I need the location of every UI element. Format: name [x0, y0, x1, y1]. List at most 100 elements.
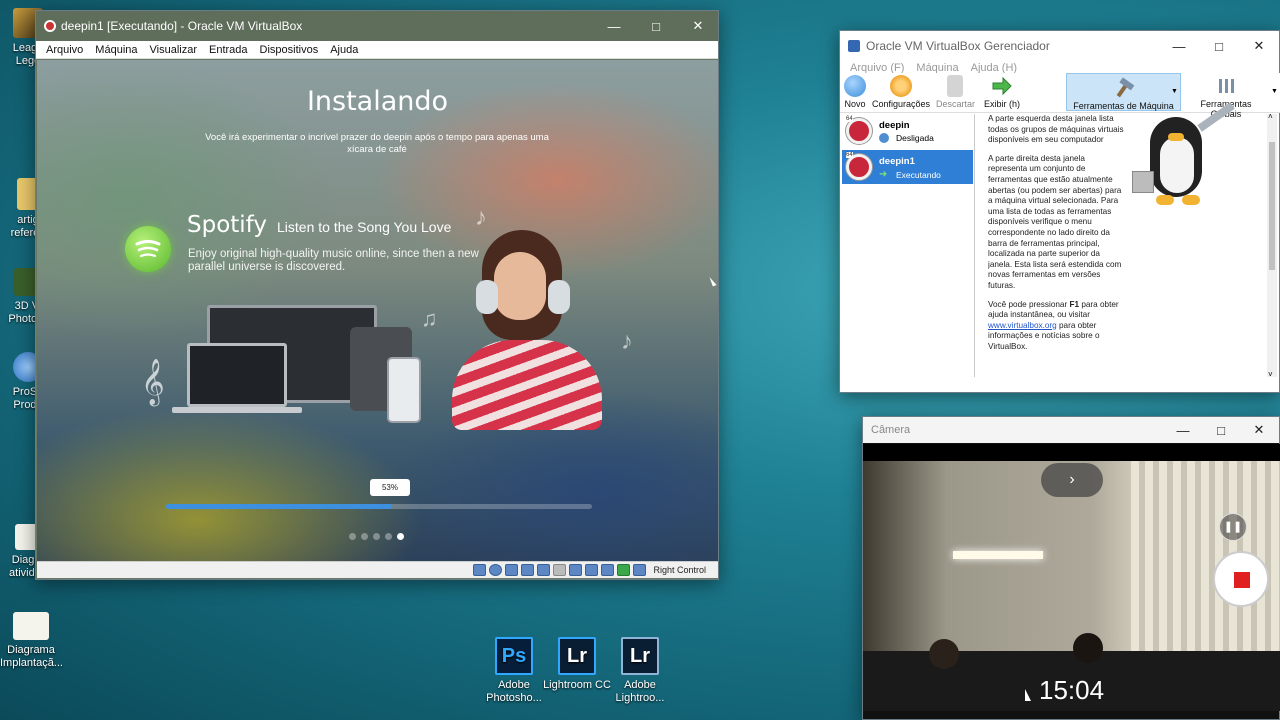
global-tools-dropdown[interactable]: ▼	[1271, 88, 1278, 95]
desktop-icon-label: Diagrama	[7, 644, 55, 656]
hammer-icon	[1113, 77, 1135, 99]
minimize-button[interactable]: —	[1159, 31, 1199, 61]
slide-dot[interactable]	[349, 533, 356, 540]
vm-list-item[interactable]: 64 deepin Desligada	[842, 114, 973, 148]
scrollbar-thumb[interactable]	[1269, 142, 1275, 270]
vt-x-icon[interactable]	[601, 564, 615, 576]
stop-recording-button[interactable]	[1213, 551, 1269, 607]
stop-icon	[1234, 572, 1250, 588]
recording-icon[interactable]	[585, 564, 599, 576]
help-paragraph: Você pode pressionar F1 para obter ajuda…	[988, 299, 1119, 351]
progress-tooltip: 53%	[370, 479, 410, 496]
tools-help-panel: A parte esquerda desta janela lista toda…	[988, 114, 1125, 376]
keyboard-icon[interactable]	[633, 564, 647, 576]
machine-tools-dropdown[interactable]: ▼	[1171, 88, 1178, 95]
close-button[interactable]: ✕	[678, 11, 718, 41]
manager-titlebar[interactable]: Oracle VM VirtualBox Gerenciador — □ ✕	[840, 31, 1279, 61]
slide-dot[interactable]	[385, 533, 392, 540]
music-note-icon: 𝄞	[141, 360, 165, 404]
menu-entrada[interactable]: Entrada	[203, 44, 254, 56]
show-button[interactable]: Exibir (h)	[982, 75, 1022, 109]
minimize-button[interactable]: —	[594, 11, 634, 41]
show-arrow-icon	[991, 75, 1013, 97]
vm-list: 64 deepin Desligada 64 deepin1 ➜ Executa…	[842, 114, 975, 377]
app-label: Photosho...	[486, 692, 542, 704]
scroll-up-icon[interactable]: ˄	[1268, 112, 1273, 121]
vm-list-item-selected[interactable]: 64 deepin1 ➜ Executando	[842, 150, 973, 184]
optical-drive-icon[interactable]	[489, 564, 503, 576]
guest-screen[interactable]: Instalando Você irá experimentar o incrí…	[37, 60, 718, 574]
maximize-button[interactable]: □	[1201, 417, 1241, 443]
app-label: Lightroo...	[615, 692, 665, 704]
pause-button[interactable]: ❚❚	[1219, 513, 1247, 541]
photoshop-icon: Ps	[495, 637, 533, 675]
mouse-integration-icon[interactable]	[617, 564, 631, 576]
lightroom-icon: Lr	[621, 637, 659, 675]
manager-toolbar: Novo Configurações Descartar Exibir (h) …	[840, 73, 1280, 119]
help-paragraph: A parte direita desta janela representa …	[988, 153, 1122, 290]
menu-ajuda[interactable]: Ajuda	[324, 44, 364, 56]
close-button[interactable]: ✕	[1239, 417, 1279, 443]
scroll-down-icon[interactable]: ˅	[1268, 370, 1273, 379]
app-label: Adobe	[624, 679, 656, 691]
display-icon[interactable]	[569, 564, 583, 576]
vm-menubar: Arquivo Máquina Visualizar Entrada Dispo…	[36, 41, 718, 59]
host-key-label: Right Control	[653, 565, 706, 575]
virtualbox-app-icon	[848, 40, 860, 52]
camera-topbar	[863, 444, 1280, 461]
progress-track	[166, 504, 592, 509]
help-scrollbar[interactable]: ˄ ˅	[1267, 112, 1277, 379]
maximize-button[interactable]: □	[636, 11, 676, 41]
next-camera-button[interactable]: ›	[1041, 463, 1103, 497]
woman-headphones-image	[432, 210, 612, 430]
desktop-app-photoshop[interactable]: Ps Adobe Photosho...	[479, 637, 549, 705]
new-vm-button[interactable]: Novo	[843, 75, 867, 109]
menu-arquivo[interactable]: Arquivo	[40, 44, 89, 56]
progress-fill	[166, 504, 392, 509]
laptop-image	[187, 343, 287, 407]
ceiling-light-image	[953, 551, 1043, 559]
vm-titlebar[interactable]: deepin1 [Executando] - Oracle VM Virtual…	[36, 11, 718, 41]
menu-maquina[interactable]: Máquina	[89, 44, 143, 56]
hdd-icon[interactable]	[473, 564, 487, 576]
menu-dispositivos[interactable]: Dispositivos	[254, 44, 325, 56]
menu-visualizar[interactable]: Visualizar	[144, 44, 204, 56]
shared-folders-icon[interactable]	[553, 564, 567, 576]
close-button[interactable]: ✕	[1239, 31, 1279, 61]
maximize-button[interactable]: □	[1199, 31, 1239, 61]
usb-icon[interactable]	[537, 564, 551, 576]
person-image	[1073, 633, 1103, 663]
desktop-app-lightroom[interactable]: Lr Adobe Lightroo...	[605, 637, 675, 705]
recording-timer: 15:04	[1039, 675, 1105, 705]
slide-dot[interactable]	[361, 533, 368, 540]
audio-icon[interactable]	[505, 564, 519, 576]
vm-window-title: deepin1 [Executando] - Oracle VM Virtual…	[61, 19, 303, 33]
penguin-tools-image	[1132, 102, 1242, 216]
desktop-icon-diagrama-implantacao[interactable]: Diagrama Implantaçã...	[0, 612, 63, 670]
laptop-base	[172, 407, 302, 413]
virtualbox-link[interactable]: www.virtualbox.org	[988, 321, 1057, 330]
discard-button[interactable]: Descartar	[936, 75, 975, 109]
network-icon[interactable]	[521, 564, 535, 576]
camera-window-title: Câmera	[871, 424, 911, 436]
lightroom-icon: Lr	[558, 637, 596, 675]
phone-image	[387, 357, 421, 423]
vm-state: Desligada	[896, 133, 934, 143]
manager-window: Oracle VM VirtualBox Gerenciador — □ ✕ A…	[839, 30, 1280, 393]
vm-statusbar: Right Control	[37, 561, 718, 578]
minimize-button[interactable]: —	[1163, 417, 1203, 443]
person-image	[929, 639, 959, 669]
spotify-logo-icon	[125, 226, 171, 272]
virtualbox-app-icon	[44, 20, 56, 32]
mouse-cursor-icon	[1025, 689, 1031, 701]
app-label: Lightroom CC	[543, 679, 611, 691]
tools-icon	[1215, 75, 1237, 97]
slide-dot[interactable]	[373, 533, 380, 540]
camera-titlebar[interactable]: Câmera — □ ✕	[863, 417, 1279, 443]
machine-tools-button[interactable]: Ferramentas de Máquina	[1066, 73, 1181, 111]
slide-dot[interactable]	[397, 533, 404, 540]
discard-arrow-icon	[947, 75, 963, 97]
app-label: Adobe	[498, 679, 530, 691]
desktop-app-lightroom-cc[interactable]: Lr Lightroom CC	[542, 637, 612, 692]
settings-button[interactable]: Configurações	[872, 75, 930, 109]
